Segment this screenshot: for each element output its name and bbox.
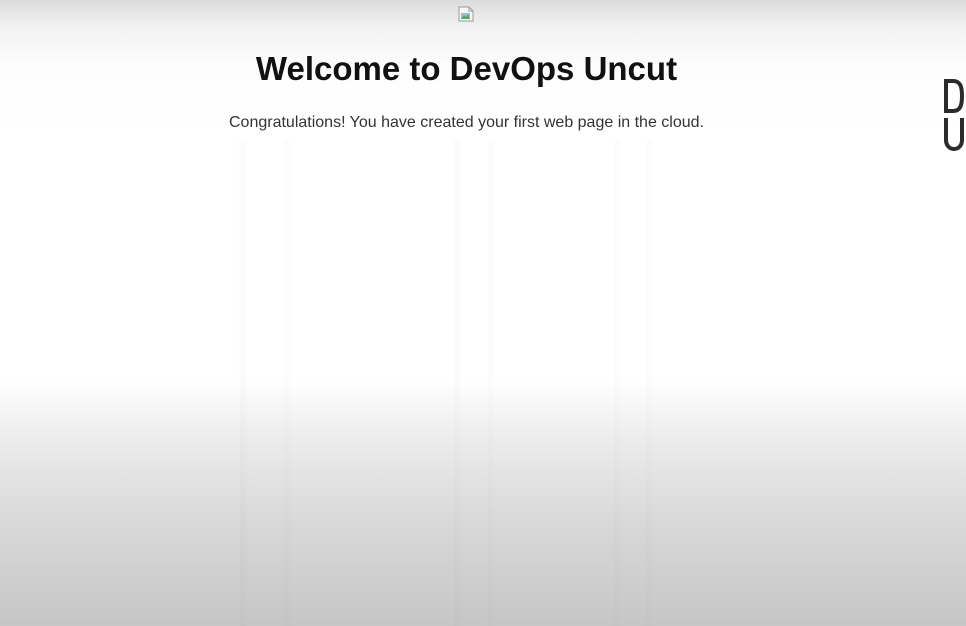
background-streaks: [0, 140, 966, 626]
welcome-message: Congratulations! You have created your f…: [229, 114, 704, 131]
page-title: Welcome to DevOps Uncut: [255, 50, 678, 87]
broken-image-icon: [458, 6, 474, 22]
du-logo: [942, 78, 966, 152]
